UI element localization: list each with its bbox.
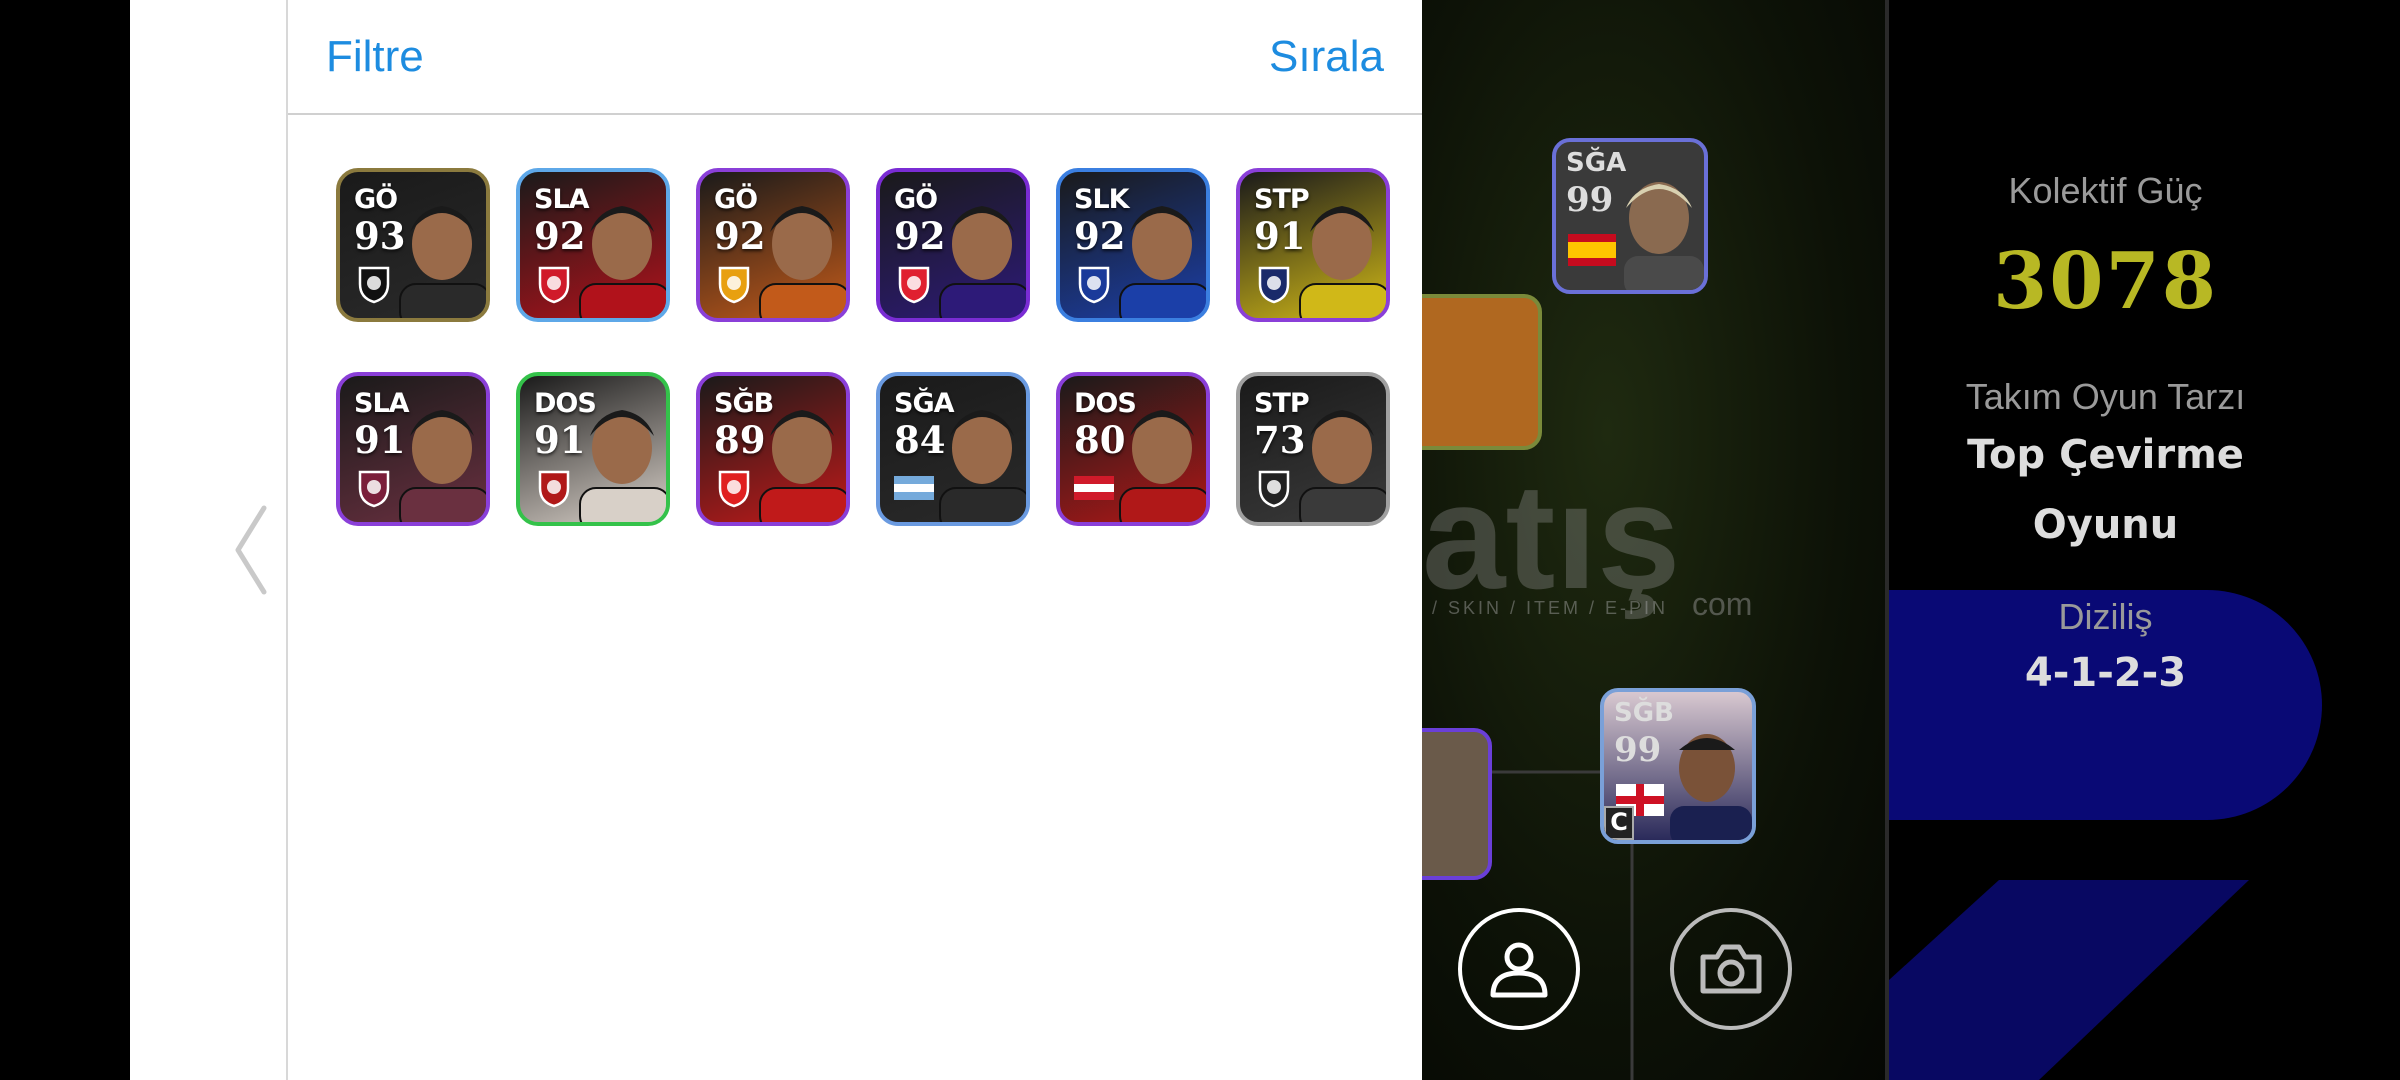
club-badge-icon <box>1258 470 1290 508</box>
player-position: SĞA <box>894 388 955 419</box>
player-rating: 91 <box>354 418 406 462</box>
camera-button[interactable] <box>1670 908 1792 1030</box>
field-player-card-partial[interactable] <box>1422 294 1542 450</box>
field-card-position: SĞA <box>1566 148 1627 178</box>
team-playstyle-label: Takım Oyun Tarzı <box>1965 376 2246 417</box>
sort-button[interactable]: Sırala <box>1269 32 1384 82</box>
collective-power-label: Kolektif Güç <box>2008 170 2203 211</box>
samsunspor-badge-icon <box>718 470 750 508</box>
player-card[interactable]: SLK 92 <box>1056 168 1210 322</box>
sheet-header: Filtre Sırala <box>288 0 1422 115</box>
player-card[interactable]: GÖ 92 <box>696 168 850 322</box>
decorative-stripe <box>1889 880 2249 1080</box>
player-list-sheet: Filtre Sırala GÖ 93 SLA 92 GÖ 92 GÖ 92 SLK 92 STP 9… <box>288 0 1422 1080</box>
field-card-position: SĞB <box>1614 698 1674 728</box>
player-rating: 92 <box>534 214 586 258</box>
profile-button[interactable] <box>1458 908 1580 1030</box>
formation-value[interactable]: 4-1-2-3 <box>1889 650 2322 696</box>
field-player-card-bottom[interactable]: SĞB 99 C <box>1600 688 1756 844</box>
player-card[interactable]: SĞA 84 <box>876 372 1030 526</box>
player-card[interactable]: DOS 91 <box>516 372 670 526</box>
watermark-subtext: / SKIN / ITEM / E-PIN <box>1432 598 1669 618</box>
club-badge-icon <box>538 266 570 304</box>
player-card[interactable]: SLA 91 <box>336 372 490 526</box>
player-position: GÖ <box>714 184 758 215</box>
team-playstyle-value-line1: Top Çevirme <box>1967 432 2244 478</box>
trabzonspor-badge-icon <box>358 470 390 508</box>
player-card[interactable]: SĞB 89 <box>696 372 850 526</box>
galatasaray-badge-icon <box>718 266 750 304</box>
formation-field: SĞA 99 atış com / SKIN / ITEM / E-PIN SĞ… <box>1422 0 1885 1080</box>
club-badge-icon <box>538 470 570 508</box>
player-rating: 80 <box>1074 418 1126 462</box>
player-face-icon <box>1624 182 1704 290</box>
player-rating: 84 <box>894 418 946 462</box>
player-position: DOS <box>534 388 597 419</box>
player-rating: 92 <box>714 214 766 258</box>
player-position: SLA <box>354 388 410 419</box>
player-rating: 89 <box>714 418 766 462</box>
player-card[interactable]: SLA 92 <box>516 168 670 322</box>
player-rating: 92 <box>1074 214 1126 258</box>
filter-button[interactable]: Filtre <box>326 32 424 82</box>
player-card[interactable]: STP 73 <box>1236 372 1390 526</box>
player-face-icon <box>1670 734 1752 840</box>
watermark-com: com <box>1692 586 1753 622</box>
player-card[interactable]: STP 91 <box>1236 168 1390 322</box>
player-rating: 73 <box>1254 418 1306 462</box>
player-rating: 92 <box>894 214 946 258</box>
player-card[interactable]: GÖ 92 <box>876 168 1030 322</box>
austria-flag-icon <box>1074 476 1114 500</box>
field-card-rating: 99 <box>1566 180 1614 220</box>
botafogo-star-badge-icon <box>358 266 390 304</box>
panel-gutter <box>130 0 288 1080</box>
player-select-panel: Filtre Sırala GÖ 93 SLA 92 GÖ 92 GÖ 92 SLK 92 STP 9… <box>130 0 1422 1080</box>
club-badge-icon <box>1078 266 1110 304</box>
user-icon <box>1490 942 1548 998</box>
player-position: DOS <box>1074 388 1137 419</box>
field-player-card-partial-lower[interactable] <box>1422 728 1492 880</box>
player-card[interactable]: GÖ 93 <box>336 168 490 322</box>
argentina-flag-icon <box>894 476 934 500</box>
captain-badge: C <box>1604 806 1634 840</box>
left-margin <box>0 0 130 1080</box>
fenerbahce-badge-icon <box>1258 266 1290 304</box>
team-playstyle-value-line2: Oyunu <box>2032 502 2179 548</box>
player-position: STP <box>1254 388 1310 419</box>
player-position: SLK <box>1074 184 1130 215</box>
formation-label: Diziliş <box>2058 596 2153 637</box>
chevron-left-icon[interactable] <box>230 500 270 600</box>
player-card[interactable]: DOS 80 <box>1056 372 1210 526</box>
camera-icon <box>1700 944 1762 994</box>
player-position: SĞB <box>714 388 774 419</box>
psv-badge-icon <box>898 266 930 304</box>
player-rating: 91 <box>1254 214 1306 258</box>
team-stats-panel: Kolektif Güç 3078 Takım Oyun Tarzı Top Ç… <box>1889 0 2400 1080</box>
player-rating: 91 <box>534 418 586 462</box>
player-position: STP <box>1254 184 1310 215</box>
player-position: GÖ <box>894 184 938 215</box>
player-position: SLA <box>534 184 590 215</box>
player-position: GÖ <box>354 184 398 215</box>
spain-flag-icon <box>1568 234 1616 266</box>
field-card-rating: 99 <box>1614 730 1662 770</box>
player-rating: 93 <box>354 214 406 258</box>
field-player-card-top[interactable]: SĞA 99 <box>1552 138 1708 294</box>
collective-power-value: 3078 <box>1992 236 2219 327</box>
